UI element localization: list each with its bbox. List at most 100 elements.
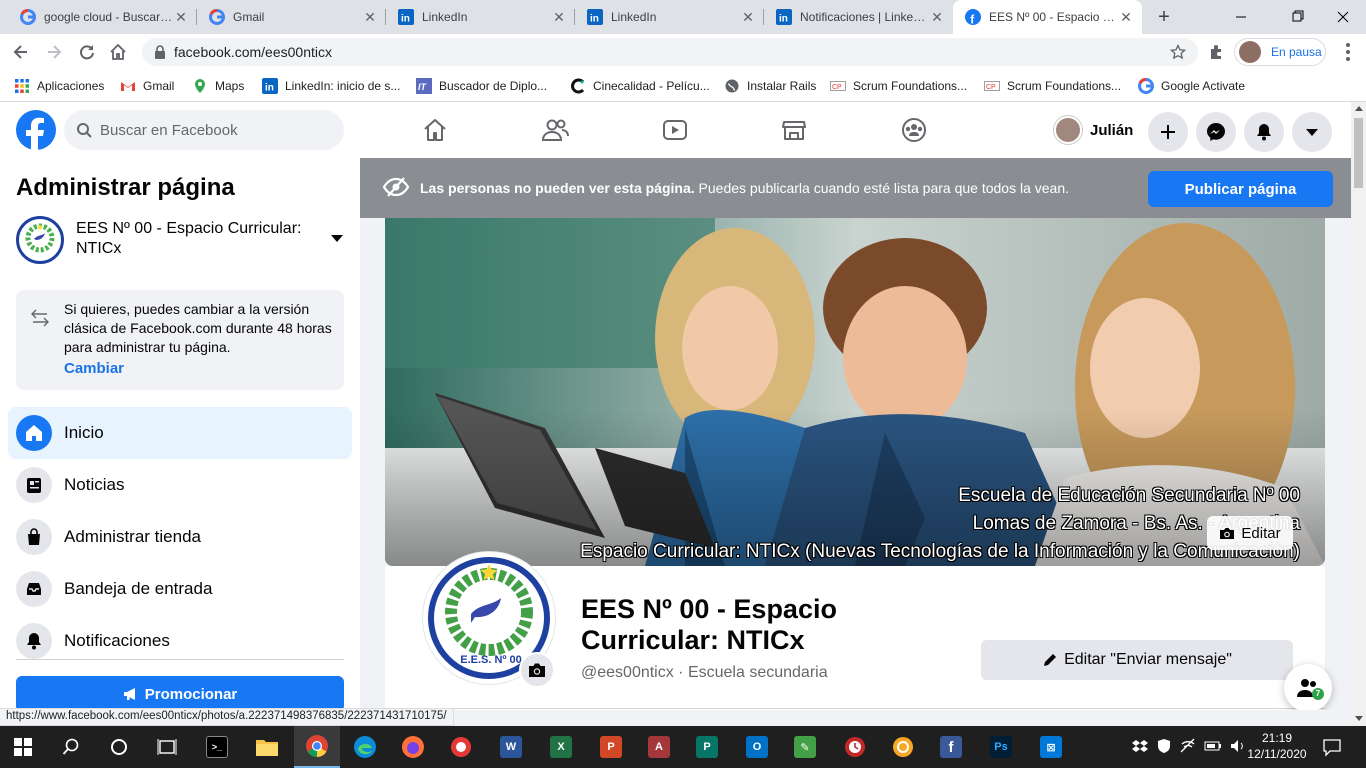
- extensions-puzzle-icon[interactable]: [1208, 44, 1224, 60]
- word-icon[interactable]: W: [488, 726, 534, 768]
- create-plus-button[interactable]: [1148, 112, 1188, 152]
- cortana-icon[interactable]: [96, 726, 142, 768]
- chrome-taskbar-icon[interactable]: [294, 726, 340, 768]
- scroll-down-arrow-icon[interactable]: [1355, 716, 1363, 721]
- close-tab-icon[interactable]: ✕: [173, 9, 189, 25]
- profile-pause-button[interactable]: En pausa: [1234, 38, 1326, 66]
- close-tab-icon[interactable]: ✕: [1118, 9, 1134, 25]
- bookmark-instalar-rails[interactable]: Instalar Rails: [724, 76, 816, 96]
- file-explorer-icon[interactable]: [244, 726, 290, 768]
- search-placeholder: Buscar en Facebook: [100, 121, 238, 139]
- bookmark-google-activate[interactable]: Google Activate: [1138, 76, 1245, 96]
- maps-pin-icon: [192, 78, 208, 94]
- dropbox-icon[interactable]: [1132, 738, 1148, 754]
- clock-time: 21:19: [1261, 731, 1293, 745]
- network-icon[interactable]: [1180, 738, 1196, 754]
- app-blue-icon[interactable]: ⊠: [1028, 726, 1074, 768]
- notifications-bell-icon[interactable]: [1244, 112, 1284, 152]
- nav-friends-icon[interactable]: [535, 110, 575, 150]
- clock[interactable]: 21:19 12/11/2020: [1246, 730, 1308, 762]
- reload-icon[interactable]: [77, 42, 97, 62]
- action-center-icon[interactable]: [1322, 737, 1342, 757]
- bookmark-star-icon[interactable]: [1170, 44, 1186, 60]
- promote-button[interactable]: Promocionar: [16, 676, 344, 710]
- publish-page-button[interactable]: Publicar página: [1148, 171, 1333, 207]
- bookmark-linkedin[interactable]: in LinkedIn: inicio de s...: [262, 76, 400, 96]
- photoshop-icon[interactable]: Ps: [978, 726, 1024, 768]
- nav-groups-icon[interactable]: [894, 110, 934, 150]
- page-switcher[interactable]: EES Nº 00 - Espacio Curricular: NTICx: [16, 216, 346, 266]
- volume-icon[interactable]: [1230, 738, 1246, 754]
- app-red-icon[interactable]: [438, 726, 484, 768]
- browser-tab[interactable]: Gmail ✕: [197, 0, 386, 34]
- close-tab-icon[interactable]: ✕: [740, 9, 756, 25]
- bookmark-aplicaciones[interactable]: Aplicaciones: [14, 76, 104, 96]
- task-view-icon[interactable]: [144, 726, 190, 768]
- forward-arrow-icon[interactable]: [44, 42, 64, 62]
- browser-tab[interactable]: google cloud - Buscar con Google ✕: [8, 0, 197, 34]
- facebook-logo-icon[interactable]: [16, 110, 56, 150]
- bookmark-gmail[interactable]: Gmail: [120, 76, 174, 96]
- account-menu-caret-icon[interactable]: [1292, 112, 1332, 152]
- sidebar-item-bandeja[interactable]: Bandeja de entrada: [8, 563, 352, 615]
- bookmark-buscador[interactable]: IT Buscador de Diplo...: [416, 76, 547, 96]
- battery-icon[interactable]: [1204, 738, 1222, 754]
- sidebar-item-inicio[interactable]: Inicio: [8, 407, 352, 459]
- facebook-app-icon[interactable]: f: [928, 726, 974, 768]
- banner-text: Puedes publicarla cuando esté lista para…: [694, 180, 1070, 196]
- vertical-scrollbar[interactable]: [1351, 102, 1366, 726]
- home-icon[interactable]: [108, 42, 128, 62]
- security-shield-icon[interactable]: [1156, 738, 1172, 754]
- cover-photo[interactable]: Escuela de Educación Secundaria Nº 00 Lo…: [385, 218, 1325, 566]
- search-icon[interactable]: [48, 726, 94, 768]
- nav-home-icon[interactable]: [415, 110, 455, 150]
- minimize-window-icon[interactable]: [1232, 8, 1250, 26]
- publisher-icon[interactable]: P: [684, 726, 730, 768]
- sidebar-item-noticias[interactable]: Noticias: [8, 459, 352, 511]
- browser-tab-active[interactable]: f EES Nº 00 - Espacio Curricular: NTICx …: [953, 0, 1142, 34]
- close-tab-icon[interactable]: ✕: [551, 9, 567, 25]
- sidebar-item-label: Noticias: [64, 475, 125, 494]
- browser-tab[interactable]: in Notificaciones | LinkedIn ✕: [764, 0, 953, 34]
- app-yellow-icon[interactable]: [880, 726, 926, 768]
- windows-start-icon[interactable]: [0, 726, 46, 768]
- address-bar[interactable]: facebook.com/ees00nticx: [142, 38, 1198, 66]
- people-floating-button[interactable]: 7: [1284, 664, 1332, 710]
- back-arrow-icon[interactable]: [11, 42, 31, 62]
- camera-icon[interactable]: [519, 652, 555, 688]
- maximize-window-icon[interactable]: [1288, 8, 1306, 26]
- outlook-icon[interactable]: O: [734, 726, 780, 768]
- nav-marketplace-icon[interactable]: [774, 110, 814, 150]
- scrollbar-thumb[interactable]: [1354, 118, 1363, 188]
- facebook-search-input[interactable]: Buscar en Facebook: [64, 110, 344, 150]
- excel-icon[interactable]: X: [538, 726, 584, 768]
- nav-watch-icon[interactable]: [655, 110, 695, 150]
- messenger-icon[interactable]: [1196, 112, 1236, 152]
- bookmark-scrum-1[interactable]: CP Scrum Foundations...: [830, 76, 967, 96]
- switch-classic-link[interactable]: Cambiar: [64, 360, 124, 377]
- terminal-app-icon[interactable]: >_: [194, 726, 240, 768]
- browser-tab[interactable]: in LinkedIn ✕: [386, 0, 575, 34]
- sidebar-item-tienda[interactable]: Administrar tienda: [8, 511, 352, 563]
- new-tab-button[interactable]: +: [1152, 6, 1176, 28]
- caret-down-icon[interactable]: [330, 234, 344, 244]
- close-tab-icon[interactable]: ✕: [929, 9, 945, 25]
- firefox-icon[interactable]: [390, 726, 436, 768]
- close-window-icon[interactable]: [1334, 8, 1352, 26]
- bookmark-cinecalidad[interactable]: Cinecalidad - Pelícu...: [570, 76, 710, 96]
- scroll-up-arrow-icon[interactable]: [1355, 106, 1363, 111]
- access-icon[interactable]: A: [636, 726, 682, 768]
- app-green-pencil-icon[interactable]: ✎: [782, 726, 828, 768]
- edit-send-message-button[interactable]: Editar "Enviar mensaje": [981, 640, 1293, 680]
- close-tab-icon[interactable]: ✕: [362, 9, 378, 25]
- browser-tab[interactable]: in LinkedIn ✕: [575, 0, 764, 34]
- edit-cover-button[interactable]: Editar: [1207, 516, 1293, 550]
- bookmark-maps[interactable]: Maps: [192, 76, 244, 96]
- app-red-clock-icon[interactable]: [832, 726, 878, 768]
- edge-icon[interactable]: [342, 726, 388, 768]
- bookmark-scrum-2[interactable]: CP Scrum Foundations...: [984, 76, 1121, 96]
- browser-menu-kebab-icon[interactable]: [1340, 42, 1356, 62]
- user-profile-link[interactable]: Julián: [1054, 114, 1133, 146]
- powerpoint-icon[interactable]: P: [588, 726, 634, 768]
- page-profile-picture[interactable]: E.E.S. Nº 00: [423, 552, 555, 688]
